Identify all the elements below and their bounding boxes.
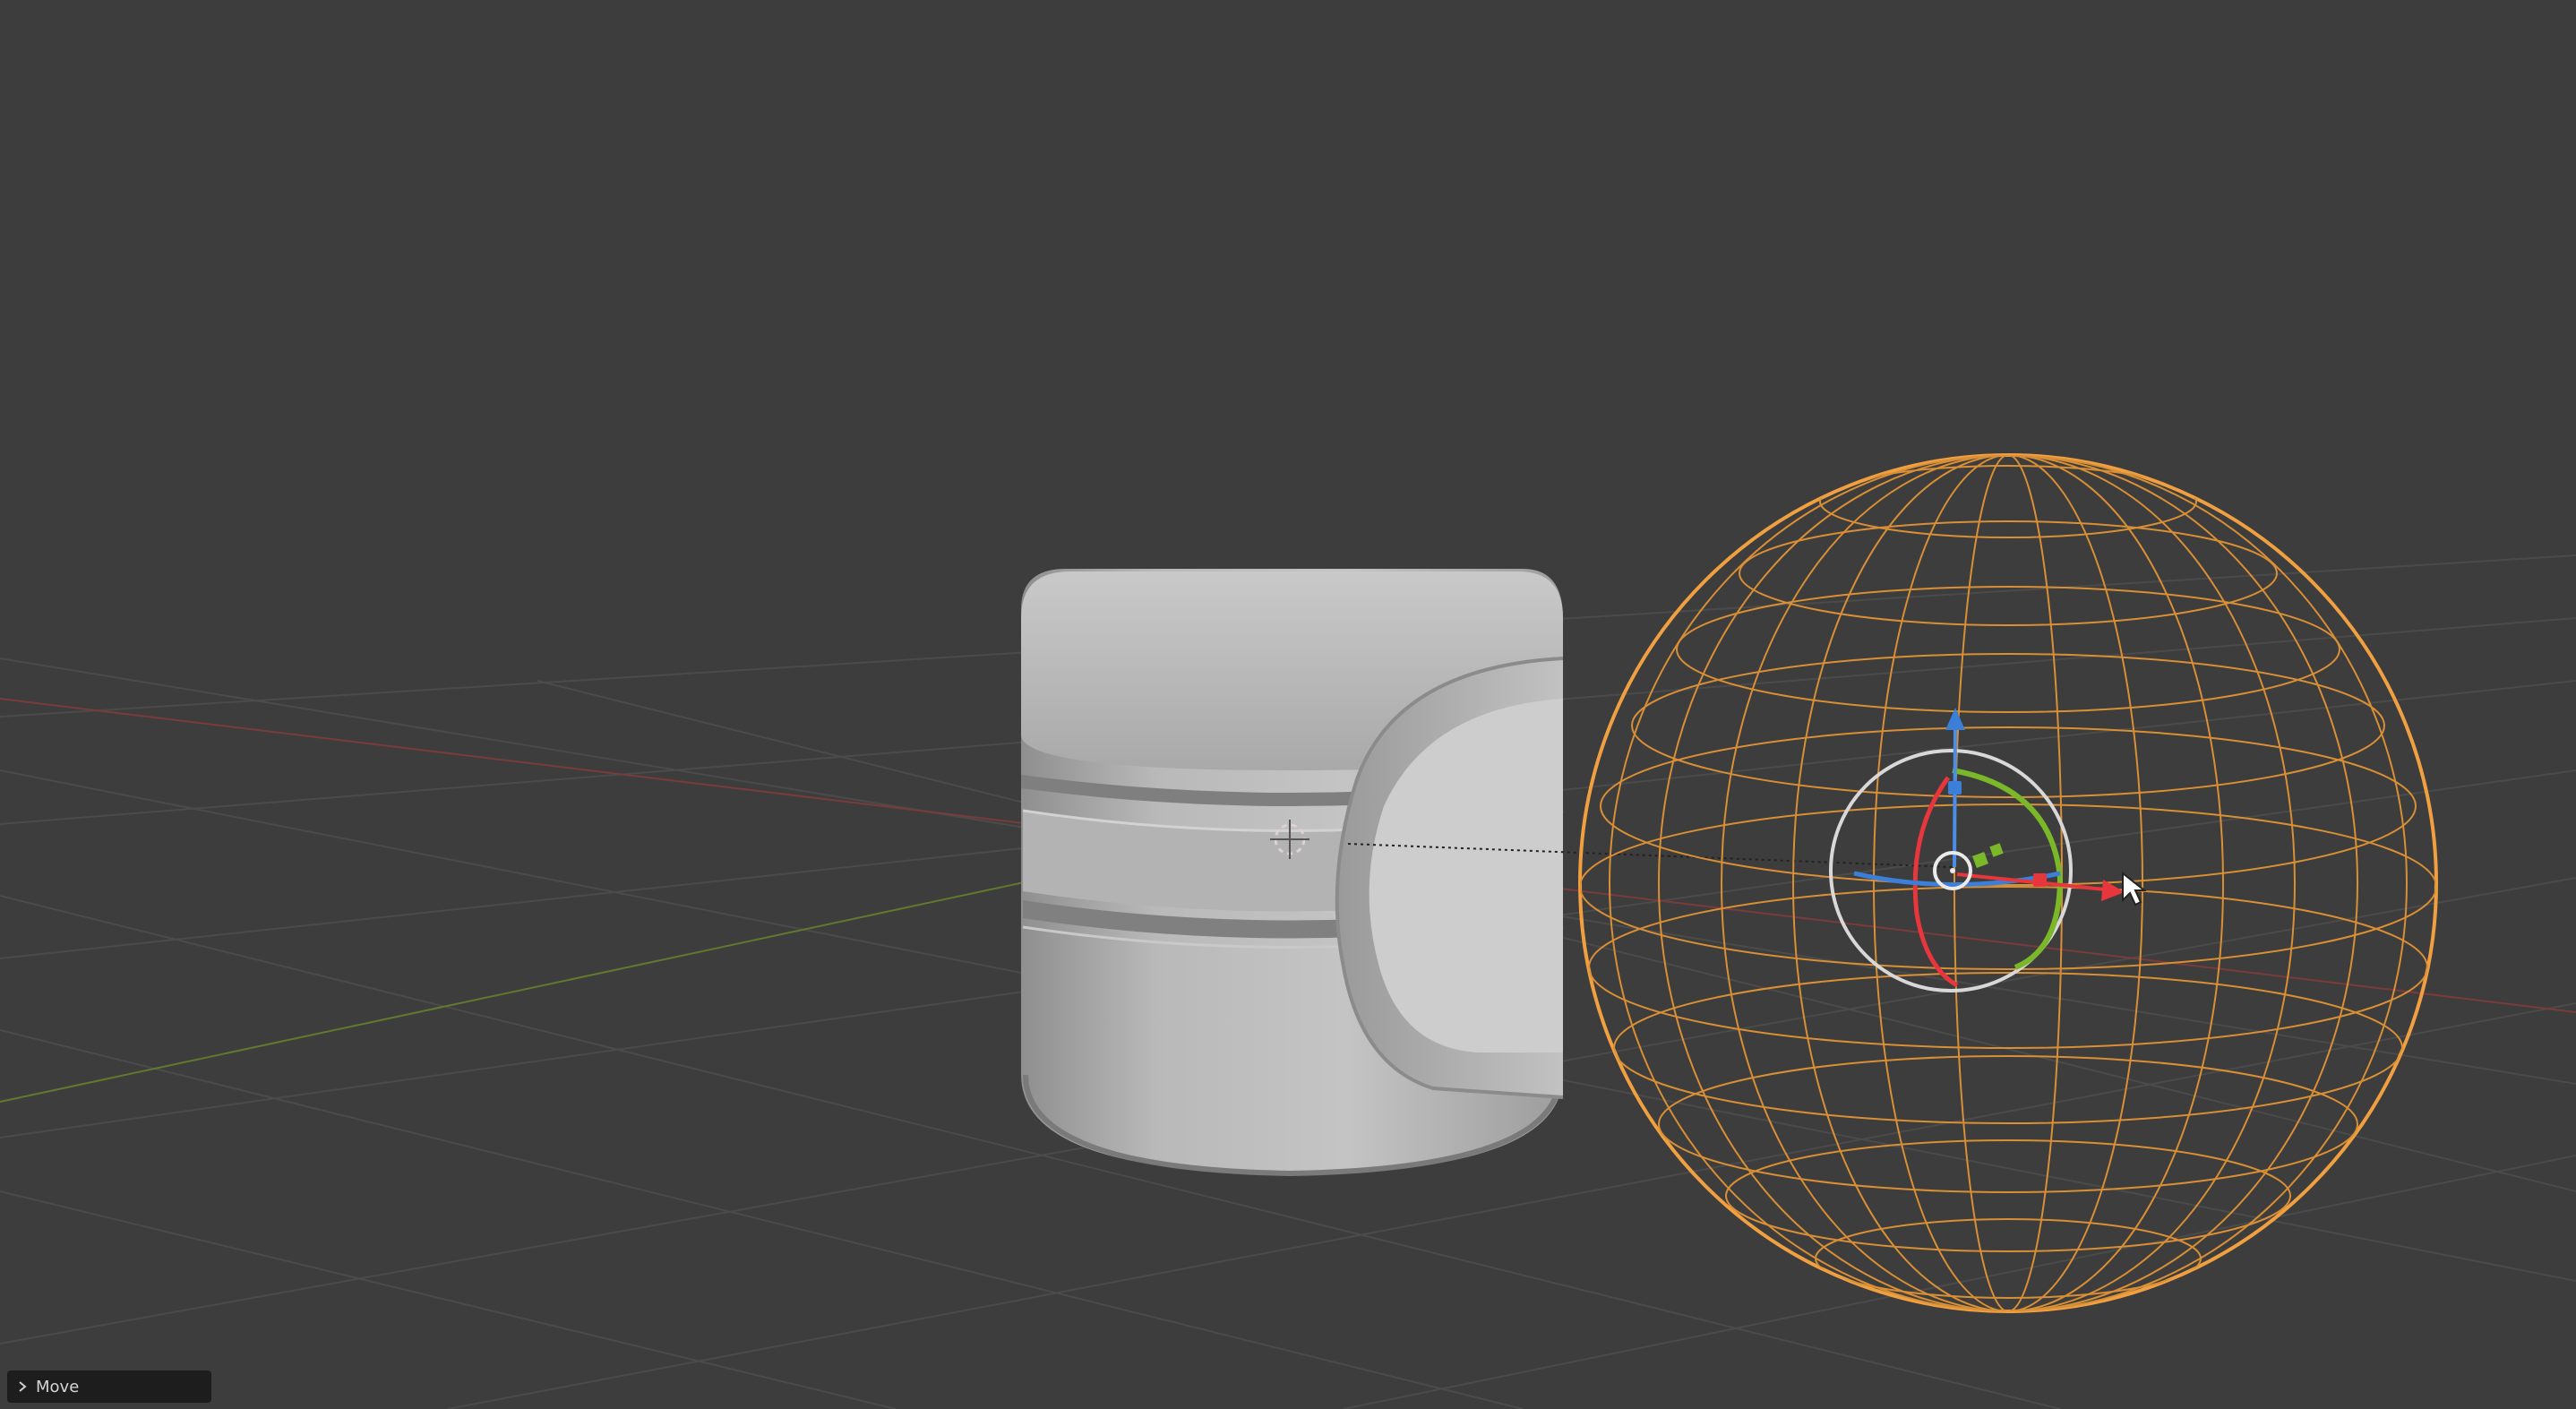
3d-viewport[interactable] — [0, 0, 2576, 1409]
mouse-pointer-icon — [2122, 871, 2147, 906]
mesh-capsule-cutout[interactable] — [1021, 569, 1953, 1177]
chevron-right-icon — [19, 1381, 27, 1392]
operator-panel-label: Move — [36, 1377, 80, 1396]
last-operator-panel[interactable]: Move — [7, 1370, 211, 1403]
